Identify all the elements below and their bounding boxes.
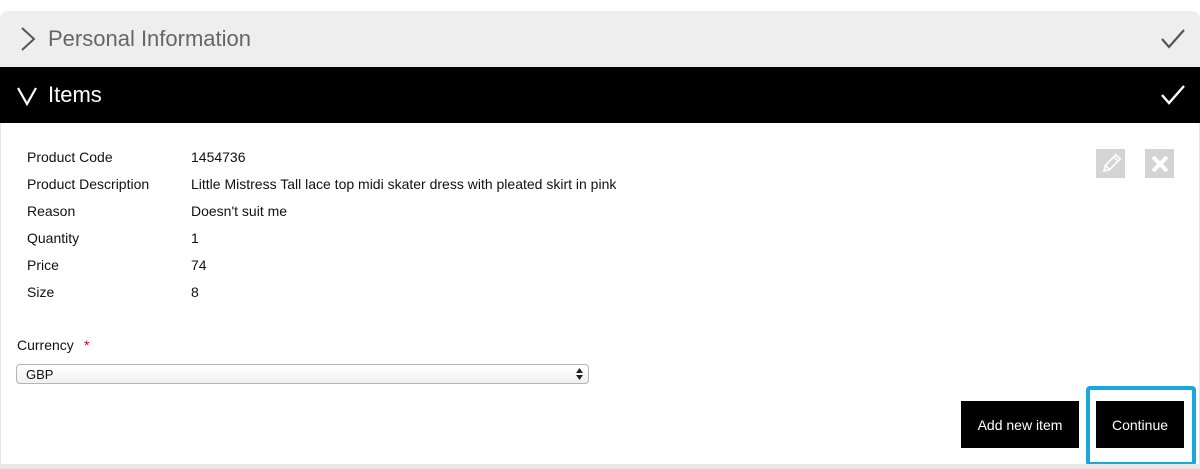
currency-label: Currency [17, 337, 74, 353]
chevron-down-icon [17, 87, 37, 107]
price-label: Price [27, 257, 59, 273]
remove-item-button[interactable] [1145, 149, 1174, 178]
price-value: 74 [191, 257, 207, 273]
items-header[interactable]: Items [0, 67, 1200, 123]
checkmark-icon [1161, 85, 1185, 105]
product-code-value: 1454736 [191, 149, 246, 165]
quantity-label: Quantity [27, 230, 80, 246]
items-title: Items [48, 82, 102, 107]
personal-information-header[interactable]: Personal Information [0, 11, 1200, 67]
required-marker: * [84, 337, 90, 353]
personal-information-title: Personal Information [48, 26, 251, 51]
product-description-value: Little Mistress Tall lace top midi skate… [191, 176, 617, 192]
add-new-item-button[interactable]: Add new item [961, 401, 1079, 448]
checkmark-icon [1161, 29, 1185, 49]
currency-select[interactable]: GBP [16, 364, 589, 384]
product-code-label: Product Code [27, 149, 113, 165]
size-label: Size [27, 284, 55, 300]
edit-item-button[interactable] [1096, 149, 1125, 178]
close-icon [1151, 155, 1168, 172]
panel-bottom-border [0, 464, 1200, 469]
product-description-label: Product Description [27, 176, 150, 192]
chevron-right-icon [21, 27, 36, 51]
reason-label: Reason [27, 203, 76, 219]
quantity-value: 1 [191, 230, 199, 246]
select-arrows-icon [576, 368, 583, 380]
currency-selected-value: GBP [26, 367, 54, 382]
size-value: 8 [191, 284, 199, 300]
pencil-icon [1102, 153, 1121, 172]
continue-highlight [1086, 386, 1196, 466]
reason-value: Doesn't suit me [191, 203, 288, 219]
